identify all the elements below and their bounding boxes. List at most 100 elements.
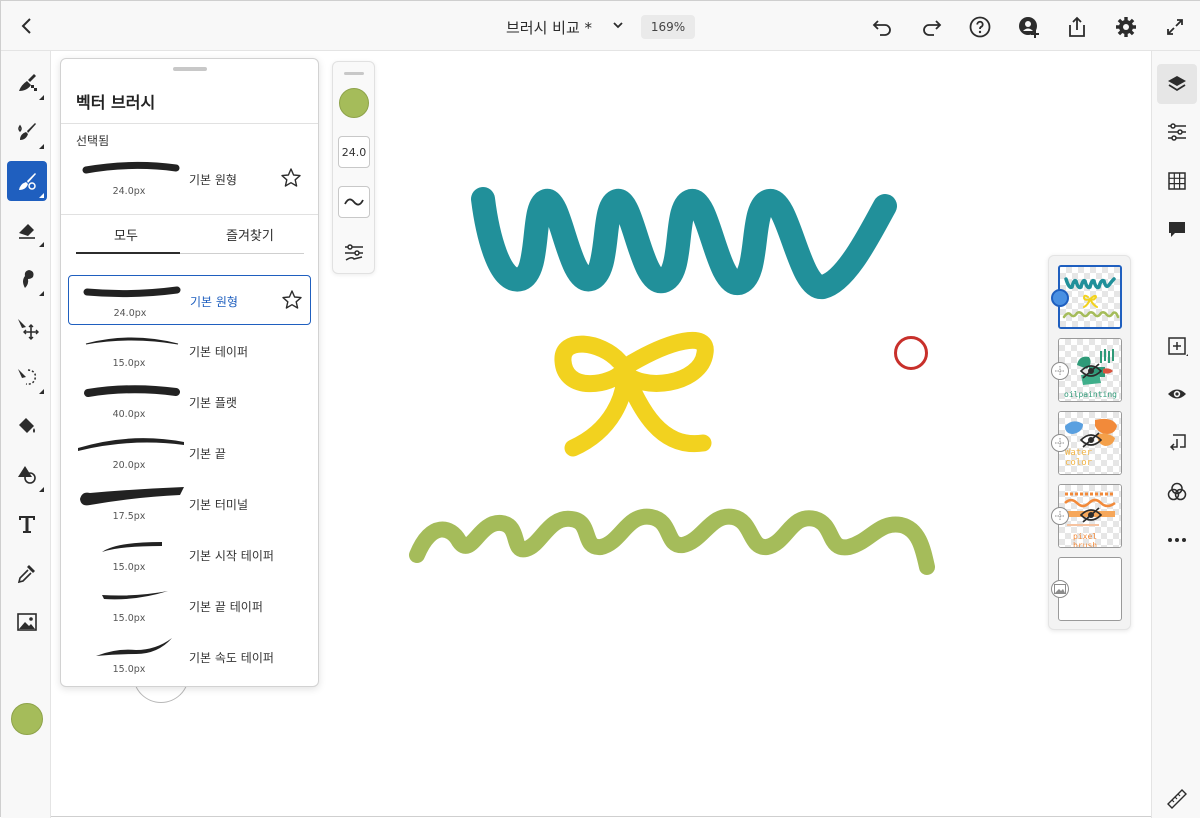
- transform-tool[interactable]: [7, 308, 47, 348]
- brush-adjust-icon[interactable]: [342, 240, 366, 264]
- tab-all[interactable]: 모두: [114, 225, 138, 244]
- brush-list-item[interactable]: 20.0px 기본 끝: [68, 428, 311, 478]
- hidden-icon: [1079, 507, 1103, 523]
- layers-button[interactable]: [1157, 64, 1197, 104]
- expand-icon: [1167, 19, 1183, 35]
- tab-favorites[interactable]: 즐겨찾기: [226, 225, 274, 244]
- eraser-tool[interactable]: [7, 210, 47, 250]
- text-icon: [19, 516, 35, 533]
- hidden-icon: [1079, 363, 1103, 379]
- brush-name: 기본 시작 테이퍼: [189, 549, 274, 563]
- yellow-bow-stroke: [554, 331, 714, 457]
- color-swatch[interactable]: [11, 703, 43, 735]
- live-brush-icon: [18, 123, 36, 140]
- layer-properties-icon: [1168, 123, 1186, 141]
- brush-list-item[interactable]: 24.0px 기본 원형: [68, 275, 311, 325]
- fullscreen-button[interactable]: [1162, 14, 1188, 40]
- more-button[interactable]: [1157, 520, 1197, 560]
- layer-move-handle[interactable]: [1051, 507, 1069, 525]
- fill-icon: [19, 418, 35, 433]
- wave-icon: [344, 198, 364, 206]
- undo-button[interactable]: [869, 14, 895, 40]
- brush-stroke-preview: [102, 591, 168, 600]
- redo-button[interactable]: [919, 14, 945, 40]
- layer-move-handle[interactable]: [1051, 362, 1069, 380]
- share-button[interactable]: [1064, 14, 1090, 40]
- layer-move-handle[interactable]: [1051, 434, 1069, 452]
- star-icon[interactable]: [280, 167, 302, 189]
- document-title[interactable]: 브러시 비교 *: [506, 17, 592, 38]
- shape-tool[interactable]: [7, 455, 47, 495]
- selected-brush[interactable]: 24.0px 기본 원형: [68, 154, 311, 204]
- ruler-icon: [1167, 789, 1187, 809]
- add-layer-icon: [1168, 337, 1188, 356]
- fill-tool[interactable]: [7, 406, 47, 446]
- property-bar-grabber[interactable]: [344, 72, 364, 75]
- image-icon: [1054, 584, 1066, 594]
- tool-rail: [1, 51, 51, 818]
- brush-size: 15.0px: [112, 613, 146, 624]
- star-icon[interactable]: [281, 289, 303, 311]
- layer-properties-button[interactable]: [1157, 112, 1197, 152]
- live-brush-tool[interactable]: [7, 112, 47, 152]
- comments-button[interactable]: [1157, 210, 1197, 250]
- hidden-icon: [1079, 432, 1103, 448]
- zoom-level[interactable]: 169%: [641, 15, 695, 39]
- add-user-icon: [1019, 17, 1039, 38]
- smudge-tool[interactable]: [7, 259, 47, 299]
- brush-size: 24.0px: [112, 186, 146, 197]
- brush-tabs: 모두 즐겨찾기: [76, 217, 304, 255]
- tab-active-indicator: [76, 252, 180, 254]
- brush-list-item[interactable]: 15.0px 기본 시작 테이퍼: [68, 530, 311, 580]
- blend-icon: [1167, 482, 1187, 501]
- current-color-swatch[interactable]: [339, 88, 369, 118]
- brush-list-item[interactable]: 15.0px 기본 테이퍼: [68, 326, 311, 376]
- invite-button[interactable]: [1016, 14, 1042, 40]
- eyedropper-tool[interactable]: [7, 553, 47, 593]
- brush-size: 15.0px: [112, 562, 146, 573]
- panel-grabber[interactable]: [173, 67, 207, 71]
- grid-button[interactable]: [1157, 161, 1197, 201]
- smudge-icon: [23, 270, 34, 288]
- image-icon: [17, 613, 37, 631]
- text-tool[interactable]: [7, 504, 47, 544]
- layer-label: Water color: [1065, 448, 1093, 468]
- brush-size: 15.0px: [112, 358, 146, 369]
- layer-preview: [1062, 277, 1120, 319]
- panel-title: 벡터 브러시: [76, 93, 156, 112]
- brush-list-item[interactable]: 17.5px 기본 터미널: [68, 479, 311, 529]
- brush-name: 기본 원형: [189, 173, 237, 187]
- settings-button[interactable]: [1113, 14, 1139, 40]
- brush-stroke-preview: [80, 487, 184, 506]
- lasso-tool[interactable]: [7, 357, 47, 397]
- brush-size: 15.0px: [112, 664, 146, 675]
- help-button[interactable]: [967, 14, 993, 40]
- brush-size-field[interactable]: 24.0: [338, 136, 370, 168]
- transform-icon: [18, 319, 39, 340]
- brush-name: 기본 끝: [189, 447, 226, 461]
- brush-size: 20.0px: [112, 460, 146, 471]
- chevron-down-icon[interactable]: [610, 17, 626, 33]
- blend-button[interactable]: [1157, 472, 1197, 512]
- brush-settings-button[interactable]: [338, 186, 370, 218]
- brush-list-item[interactable]: 40.0px 기본 플랫: [68, 377, 311, 427]
- top-toolbar: 브러시 비교 * 169%: [1, 1, 1200, 51]
- ruler-button[interactable]: [1157, 779, 1197, 819]
- vector-brush-tool[interactable]: [7, 161, 47, 201]
- more-icon: [1168, 538, 1186, 542]
- brush-list-item[interactable]: 15.0px 기본 속도 테이퍼: [68, 632, 311, 682]
- eyedropper-icon: [17, 565, 35, 584]
- pixel-brush-tool[interactable]: [7, 63, 47, 103]
- layer-label: oilpainting: [1064, 390, 1117, 399]
- visibility-icon: [1168, 389, 1186, 399]
- back-icon[interactable]: [15, 14, 39, 38]
- brush-stroke-preview: [83, 286, 181, 298]
- brush-name: 기본 터미널: [189, 498, 249, 512]
- brush-list-item[interactable]: 15.0px 기본 끝 테이퍼: [68, 581, 311, 631]
- grid-icon: [1168, 172, 1186, 190]
- move-icon: [1055, 438, 1065, 448]
- merge-button[interactable]: [1157, 423, 1197, 463]
- add-layer-button[interactable]: [1157, 326, 1197, 366]
- visibility-button[interactable]: [1157, 374, 1197, 414]
- image-tool[interactable]: [7, 602, 47, 642]
